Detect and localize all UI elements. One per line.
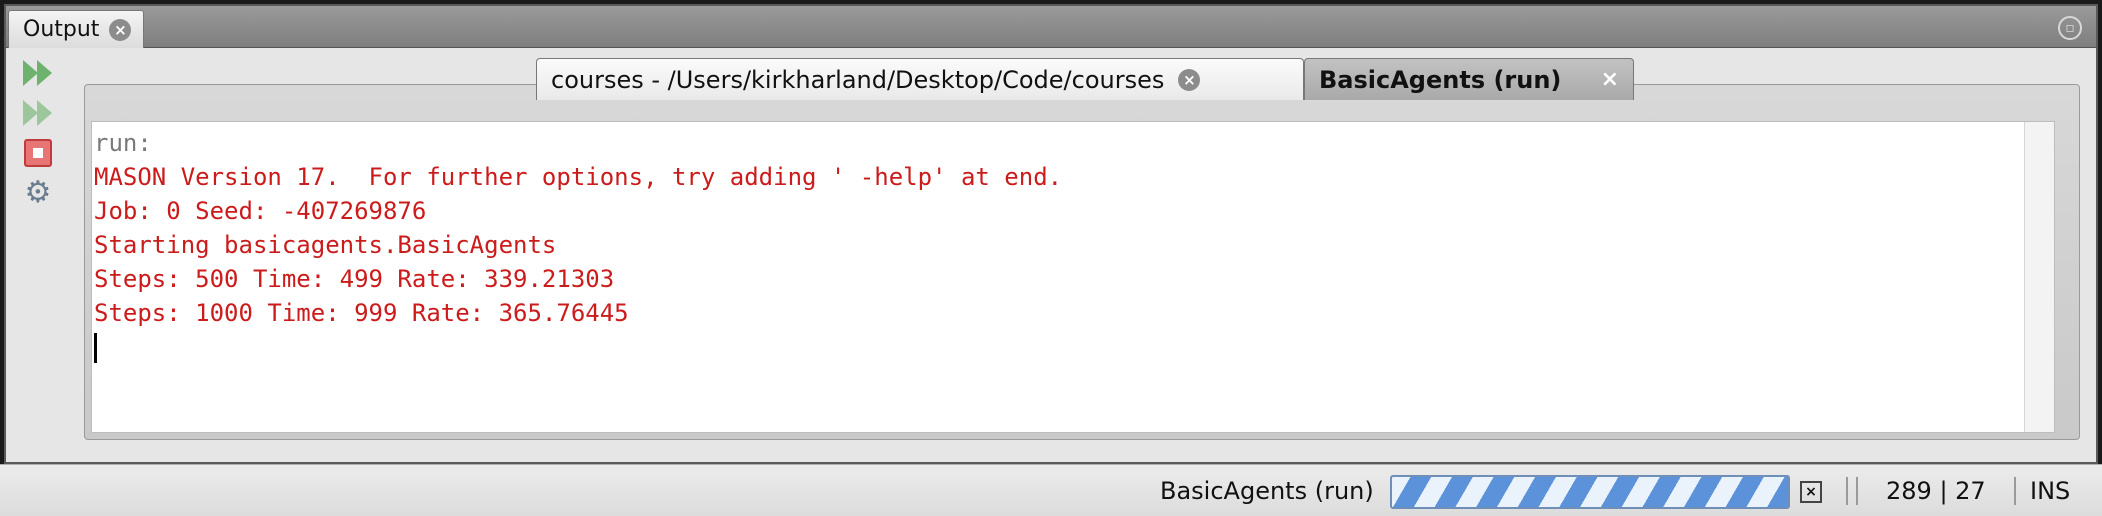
status-separator <box>1856 477 1858 505</box>
close-courses-tab-icon[interactable]: × <box>1178 68 1201 91</box>
stop-icon <box>24 139 52 167</box>
tab-basicagents-run[interactable]: BasicAgents (run) × <box>1304 58 1634 100</box>
stop-button[interactable] <box>20 134 56 172</box>
console-output[interactable]: run: MASON Version 17. For further optio… <box>91 121 2055 433</box>
insert-mode-indicator[interactable]: INS <box>2030 477 2070 505</box>
console-scrollbar[interactable] <box>2024 122 2054 432</box>
settings-button[interactable]: ⚙ <box>20 174 56 212</box>
output-subtabs: courses - /Users/kirkharland/Desktop/Cod… <box>536 58 1634 100</box>
status-bar: BasicAgents (run) × 289 | 27 INS <box>0 464 2102 516</box>
console-line: Steps: 1000 Time: 999 Rate: 365.76445 <box>94 299 629 327</box>
output-tab-label: Output <box>23 17 100 42</box>
settings-icon: ⚙ <box>24 175 52 210</box>
cancel-task-icon[interactable]: × <box>1800 481 1822 503</box>
rerun-with-options-icon <box>21 98 55 128</box>
output-tab-strip: Output × ▫ <box>6 6 2096 48</box>
console-line: Job: 0 Seed: -407269876 <box>94 197 427 225</box>
task-progress-bar <box>1390 475 1790 509</box>
caret-position: 289 | 27 <box>1886 477 1986 505</box>
console-line: MASON Version 17. For further options, t… <box>94 163 1063 191</box>
output-window: Output × ▫ ⚙ run: MASON Version 17. For … <box>4 4 2098 464</box>
status-separator <box>2014 477 2016 505</box>
status-separator <box>1846 477 1848 505</box>
console-line: Steps: 500 Time: 499 Rate: 339.21303 <box>94 265 615 293</box>
tab-courses-label: courses - /Users/kirkharland/Desktop/Cod… <box>551 65 1165 94</box>
console-line: Starting basicagents.BasicAgents <box>94 231 557 259</box>
text-caret <box>94 333 97 363</box>
output-toolbar: ⚙ <box>20 54 60 214</box>
rerun-with-options-button[interactable] <box>20 94 56 132</box>
console-line: run: <box>94 129 152 157</box>
close-output-tab-icon[interactable]: × <box>109 18 132 41</box>
close-basicagents-tab-icon[interactable]: × <box>1601 67 1619 92</box>
rerun-button[interactable] <box>20 54 56 92</box>
console-input-line[interactable] <box>94 330 2054 364</box>
tab-basicagents-label: BasicAgents (run) <box>1319 65 1562 94</box>
running-task-label[interactable]: BasicAgents (run) <box>1160 477 1374 505</box>
output-panel: run: MASON Version 17. For further optio… <box>84 84 2080 440</box>
restore-window-icon[interactable]: ▫ <box>2058 16 2082 40</box>
tab-courses[interactable]: courses - /Users/kirkharland/Desktop/Cod… <box>536 58 1304 100</box>
rerun-icon <box>21 58 55 88</box>
output-tab[interactable]: Output × <box>8 10 144 48</box>
